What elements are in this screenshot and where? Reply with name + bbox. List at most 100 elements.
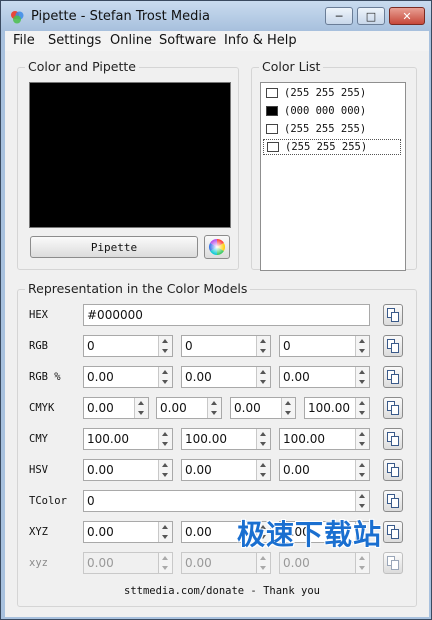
spin-down-icon[interactable] [285,411,291,415]
spin-down-icon[interactable] [162,349,168,353]
copy-hsv-button[interactable] [383,459,403,481]
spin-up-icon[interactable] [162,370,168,374]
copy-tcolor-button[interactable] [383,490,403,512]
copy-xyz-button[interactable] [383,521,403,543]
spin-up-icon[interactable] [162,463,168,467]
hsv-v-input[interactable]: 0.00 [279,459,370,481]
spin-up-icon[interactable] [162,432,168,436]
tcolor-input[interactable]: 0 [83,490,370,512]
rgb-percent-r-spinner[interactable] [158,367,172,387]
cmyk-c-input[interactable]: 0.00 [83,397,149,419]
spin-up-icon[interactable] [162,339,168,343]
menu-settings[interactable]: Settings [48,33,101,48]
cmy-m-spinner[interactable] [256,429,270,449]
hsv-h-input[interactable]: 0.00 [83,459,173,481]
spin-down-icon[interactable] [260,473,266,477]
hsv-v-spinner[interactable] [355,460,369,480]
cmy-y-input[interactable]: 100.00 [279,428,370,450]
spin-up-icon[interactable] [138,401,144,405]
spin-down-icon[interactable] [211,411,217,415]
cmy-m-input[interactable]: 100.00 [181,428,271,450]
menu-online[interactable]: Online [110,33,152,48]
menu-file[interactable]: File [13,33,35,48]
hsv-h-spinner[interactable] [158,460,172,480]
hex-input[interactable]: #000000 [83,304,370,326]
cmyk-y-spinner[interactable] [281,398,295,418]
cmyk-k-spinner[interactable] [355,398,369,418]
color-wheel-button[interactable] [204,235,230,259]
copy-cmyk-button[interactable] [383,397,403,419]
spin-down-icon[interactable] [162,535,168,539]
spin-down-icon[interactable] [260,380,266,384]
copy-cmy-button[interactable] [383,428,403,450]
color-list-item[interactable]: (255 255 255) [263,85,401,101]
color-list-item-selected[interactable]: (255 255 255) [263,139,401,155]
spin-up-icon[interactable] [260,463,266,467]
spin-up-icon[interactable] [359,370,365,374]
cmyk-c-spinner[interactable] [134,398,148,418]
close-button[interactable]: ✕ [389,7,425,25]
copy-rgb-button[interactable] [383,335,403,357]
spin-up-icon[interactable] [260,370,266,374]
pipette-button[interactable]: Pipette [30,236,198,258]
spin-down-icon[interactable] [162,442,168,446]
spin-down-icon[interactable] [359,473,365,477]
tcolor-spinner[interactable] [355,491,369,511]
spin-up-icon[interactable] [359,401,365,405]
spin-down-icon[interactable] [359,442,365,446]
color-list[interactable]: (255 255 255) (000 000 000) (255 255 255… [260,82,406,271]
rgb-r-input[interactable]: 0 [83,335,173,357]
spin-down-icon[interactable] [359,380,365,384]
cmyk-m-spinner[interactable] [207,398,221,418]
hsv-s-spinner[interactable] [256,460,270,480]
minimize-button[interactable]: ─ [325,7,353,25]
spin-down-icon[interactable] [359,504,365,508]
xyz-x-spinner[interactable] [158,522,172,542]
xyz-x-input[interactable]: 0.00 [83,521,173,543]
spin-up-icon[interactable] [285,401,291,405]
spin-down-icon[interactable] [260,349,266,353]
copy-hex-button[interactable] [383,304,403,326]
title-bar[interactable]: Pipette - Stefan Trost Media ─ □ ✕ [1,1,431,31]
spin-down-icon[interactable] [162,473,168,477]
copy-rgb-percent-button[interactable] [383,366,403,388]
spin-up-icon[interactable] [162,525,168,529]
menu-info-help[interactable]: Info & Help [224,33,297,48]
spin-up-icon[interactable] [359,339,365,343]
cmyk-m-input[interactable]: 0.00 [156,397,222,419]
spin-up-icon[interactable] [260,432,266,436]
spin-up-icon[interactable] [359,494,365,498]
rgb-percent-g-spinner[interactable] [256,367,270,387]
hsv-s-input[interactable]: 0.00 [181,459,271,481]
spin-up-icon[interactable] [359,463,365,467]
maximize-icon: □ [365,9,377,23]
cmy-c-input[interactable]: 100.00 [83,428,173,450]
spin-up-icon[interactable] [359,432,365,436]
cmy-c-spinner[interactable] [158,429,172,449]
spin-down-icon[interactable] [359,349,365,353]
rgb-g-spinner[interactable] [256,336,270,356]
rgb-percent-g-input[interactable]: 0.00 [181,366,271,388]
rgb-r-spinner[interactable] [158,336,172,356]
spin-down-icon[interactable] [260,442,266,446]
rgb-percent-r-input[interactable]: 0.00 [83,366,173,388]
spin-up-icon[interactable] [211,401,217,405]
rgb-percent-b-input[interactable]: 0.00 [279,366,370,388]
copy-icon [387,339,399,353]
rgb-b-input[interactable]: 0 [279,335,370,357]
rgb-g-input[interactable]: 0 [181,335,271,357]
cmyk-k-input[interactable]: 100.00 [304,397,370,419]
cmyk-y-input[interactable]: 0.00 [230,397,296,419]
maximize-button[interactable]: □ [357,7,385,25]
menu-software[interactable]: Software [159,33,216,48]
color-list-item[interactable]: (255 255 255) [263,121,401,137]
spin-down-icon[interactable] [162,380,168,384]
rgb-percent-b-spinner[interactable] [355,367,369,387]
cmy-y-spinner[interactable] [355,429,369,449]
spin-up-icon[interactable] [260,339,266,343]
spin-down-icon[interactable] [138,411,144,415]
rgb-b-spinner[interactable] [355,336,369,356]
spin-down-icon[interactable] [359,411,365,415]
color-list-item[interactable]: (000 000 000) [263,103,401,119]
donate-link[interactable]: sttmedia.com/donate - Thank you [124,585,320,597]
